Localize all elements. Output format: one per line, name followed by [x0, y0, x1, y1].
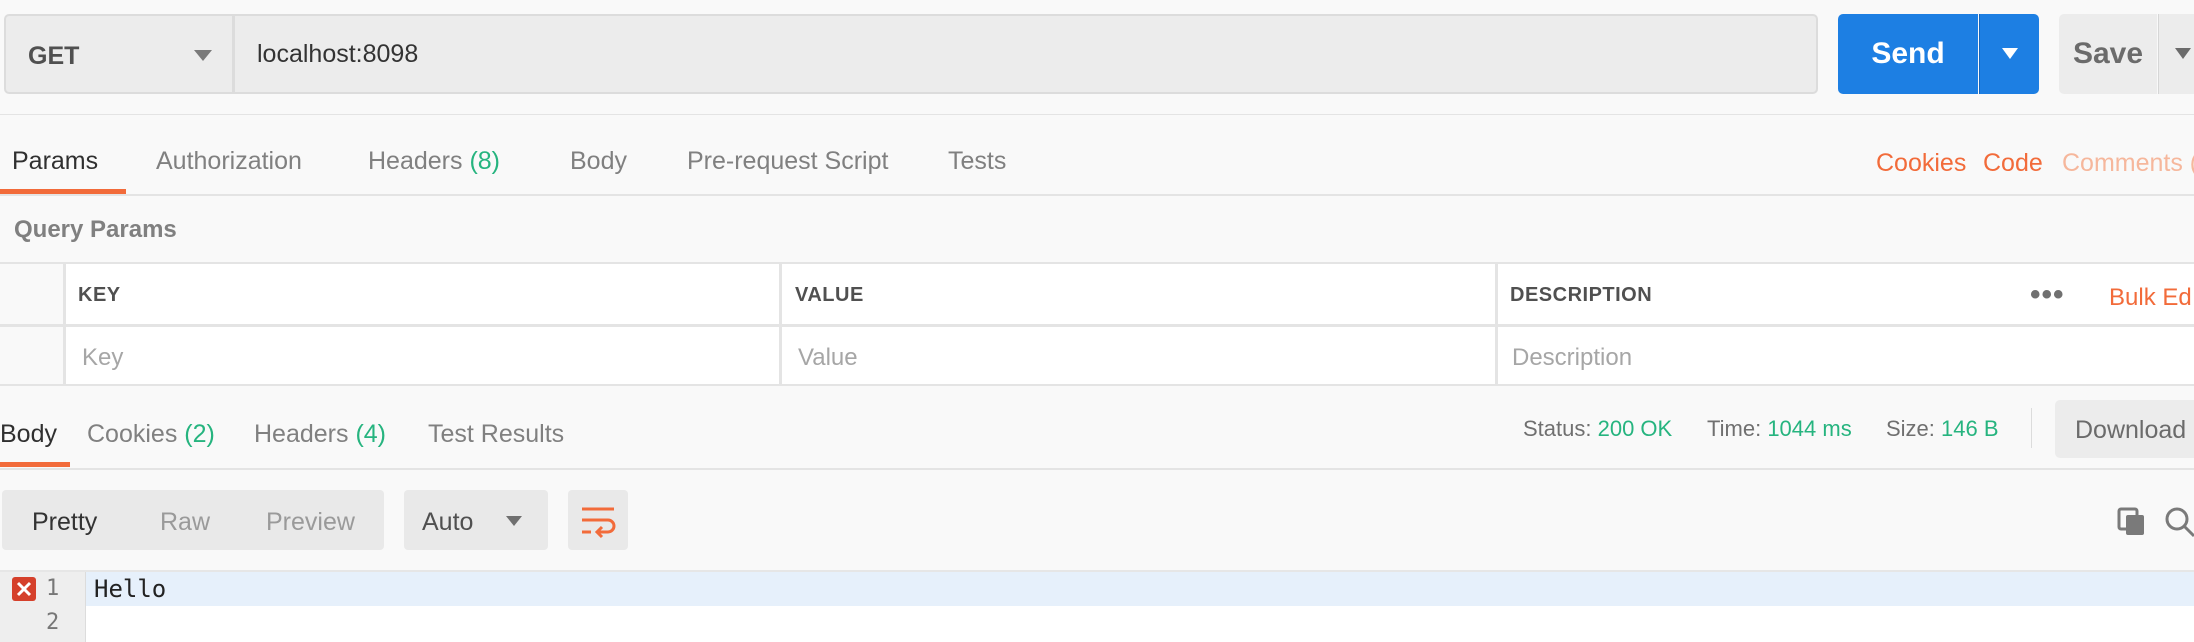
params-table: KEY VALUE DESCRIPTION ••• Bulk Ed Key Va…: [0, 262, 2194, 386]
tab-cookies-label: Cookies: [87, 420, 178, 448]
tab-resp-headers-count: (4): [355, 420, 387, 448]
send-options-button[interactable]: [1979, 14, 2039, 94]
more-dots-icon[interactable]: •••: [2030, 278, 2065, 312]
tab-test-results[interactable]: Test Results: [428, 420, 564, 449]
tab-params[interactable]: Params: [12, 147, 98, 176]
save-options-button[interactable]: [2158, 14, 2194, 94]
query-params-header: Query Params: [0, 196, 2194, 262]
request-tabs: Params Authorization Headers (8) Body Pr…: [0, 114, 2194, 196]
save-label: Save: [2072, 37, 2144, 70]
mode-raw[interactable]: Raw: [160, 508, 210, 537]
response-body-editor[interactable]: 1 Hello 2: [0, 570, 2194, 642]
tab-tests[interactable]: Tests: [948, 147, 1006, 176]
tab-response-headers[interactable]: Headers (4): [254, 420, 386, 449]
response-toolbar: Pretty Raw Preview Auto: [0, 470, 2194, 570]
wrap-lines-icon: [582, 507, 616, 539]
tab-headers[interactable]: Headers (8): [368, 147, 500, 176]
mode-preview[interactable]: Preview: [266, 508, 355, 537]
format-label: Auto: [422, 508, 474, 536]
divider: [2031, 408, 2032, 448]
method-label: GET: [28, 42, 80, 70]
size-readout: Size: 146 B: [1886, 416, 1999, 442]
tab-authorization[interactable]: Authorization: [156, 147, 302, 176]
status-readout: Status: 200 OK: [1523, 416, 1672, 442]
copy-icon[interactable]: [2116, 506, 2148, 538]
search-icon[interactable]: [2164, 506, 2194, 538]
response-tabs: Body Cookies (2) Headers (4) Test Result…: [0, 386, 2194, 470]
url-bar: GET Send Save: [0, 0, 2194, 114]
code-link[interactable]: Code: [1983, 149, 2043, 178]
time-readout: Time: 1044 ms: [1707, 416, 1852, 442]
value-input[interactable]: Value: [798, 344, 858, 372]
tab-response-cookies[interactable]: Cookies (2): [87, 420, 215, 449]
line-number: 1: [46, 576, 60, 601]
key-input[interactable]: Key: [82, 344, 123, 372]
url-input[interactable]: [234, 14, 1818, 94]
chevron-down-icon: [194, 50, 212, 61]
status-value: 200 OK: [1597, 416, 1673, 441]
line-number: 2: [46, 610, 60, 635]
tab-headers-label: Headers: [368, 147, 463, 175]
view-mode-segmented-control: Pretty Raw Preview: [2, 490, 384, 550]
column-header-value: VALUE: [795, 284, 864, 306]
tab-resp-headers-label: Headers: [254, 420, 349, 448]
tab-body[interactable]: Body: [570, 147, 627, 176]
description-input[interactable]: Description: [1512, 344, 1632, 372]
cookies-link[interactable]: Cookies: [1876, 149, 1966, 178]
status-label: Status:: [1523, 416, 1592, 441]
error-icon: [12, 577, 36, 601]
tab-cookies-count: (2): [184, 420, 215, 448]
mode-pretty[interactable]: Pretty: [32, 508, 97, 537]
active-tab-indicator: [0, 189, 126, 194]
method-select[interactable]: GET: [4, 14, 234, 94]
save-button[interactable]: Save: [2059, 14, 2157, 94]
wrap-lines-button[interactable]: [568, 490, 628, 550]
chevron-down-icon: [506, 516, 522, 526]
column-header-description: DESCRIPTION: [1510, 284, 1653, 306]
bulk-edit-link[interactable]: Bulk Ed: [2109, 284, 2192, 312]
size-value: 146 B: [1941, 416, 1999, 441]
format-select[interactable]: Auto: [404, 490, 548, 550]
tab-response-body[interactable]: Body: [0, 420, 57, 449]
download-button[interactable]: Download: [2055, 400, 2194, 458]
chevron-down-icon: [2175, 48, 2191, 59]
send-label: Send: [1871, 37, 1945, 70]
send-button[interactable]: Send: [1838, 14, 1978, 94]
size-label: Size:: [1886, 416, 1935, 441]
tab-headers-count: (8): [469, 147, 501, 175]
active-line-highlight: [86, 572, 2194, 606]
tab-pre-request-script[interactable]: Pre-request Script: [687, 147, 888, 176]
active-tab-indicator: [0, 462, 70, 467]
column-header-key: KEY: [78, 284, 121, 306]
comments-link[interactable]: Comments (: [2062, 149, 2194, 178]
row-divider: [0, 324, 2194, 327]
chevron-down-icon: [2002, 48, 2018, 59]
code-line: Hello: [94, 575, 167, 603]
time-label: Time:: [1707, 416, 1762, 441]
time-value: 1044 ms: [1767, 416, 1852, 441]
query-params-title: Query Params: [14, 216, 177, 243]
